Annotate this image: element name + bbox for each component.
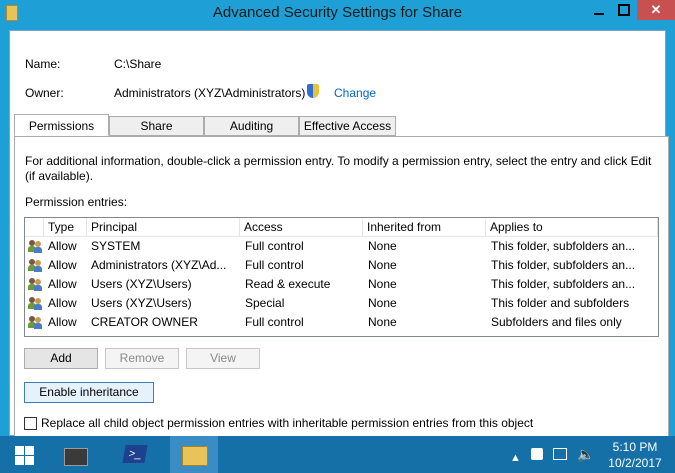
permission-entries-label: Permission entries: xyxy=(25,195,128,209)
cell-access: Full control xyxy=(245,239,304,253)
cell-inherited-from: None xyxy=(368,258,397,272)
change-owner-link[interactable]: Change xyxy=(334,86,376,100)
users-icon xyxy=(28,296,42,310)
cell-type: Allow xyxy=(48,239,77,253)
flag-icon[interactable] xyxy=(531,448,543,460)
table-row[interactable]: Allow Administrators (XYZ\Ad... Full con… xyxy=(25,256,658,275)
powershell-icon: >_ xyxy=(122,445,148,463)
volume-icon[interactable]: 🔈 xyxy=(577,446,594,463)
server-manager-icon xyxy=(64,448,88,466)
cell-applies-to: This folder, subfolders an... xyxy=(491,239,636,253)
cell-principal: Users (XYZ\Users) xyxy=(91,277,192,291)
windows-logo-icon xyxy=(15,446,24,455)
tab-effective-access[interactable]: Effective Access xyxy=(299,116,396,136)
cell-applies-to: Subfolders and files only xyxy=(491,315,622,329)
cell-inherited-from: None xyxy=(368,296,397,310)
column-header-icon xyxy=(25,218,44,237)
cell-inherited-from: None xyxy=(368,315,397,329)
cell-applies-to: This folder, subfolders an... xyxy=(491,258,636,272)
users-icon xyxy=(28,315,42,329)
cell-principal: Users (XYZ\Users) xyxy=(91,296,192,310)
cell-type: Allow xyxy=(48,277,77,291)
instructions-line-1: For additional information, double-click… xyxy=(25,154,652,168)
name-value: C:\Share xyxy=(114,57,162,71)
tab-share[interactable]: Share xyxy=(109,116,204,136)
taskbar-server-manager[interactable] xyxy=(51,436,99,473)
column-header-inherited-from[interactable]: Inherited from xyxy=(363,218,486,237)
users-icon xyxy=(28,239,42,253)
cell-access: Read & execute xyxy=(245,277,331,291)
owner-value: Administrators (XYZ\Administrators) xyxy=(114,86,306,100)
close-button[interactable]: ✕ xyxy=(637,0,675,20)
column-header-principal[interactable]: Principal xyxy=(87,218,240,237)
replace-child-permissions-checkbox[interactable] xyxy=(24,417,37,430)
cell-principal: SYSTEM xyxy=(91,239,141,253)
column-header-type[interactable]: Type xyxy=(44,218,87,237)
tab-auditing[interactable]: Auditing xyxy=(204,116,299,136)
users-icon xyxy=(28,277,42,291)
cell-access: Special xyxy=(245,296,285,310)
add-button[interactable]: Add xyxy=(24,348,98,369)
taskbar: >_ ▲ 🔈 5:10 PM 10/2/2017 xyxy=(0,436,675,473)
cell-type: Allow xyxy=(48,315,77,329)
cell-access: Full control xyxy=(245,258,304,272)
table-row[interactable]: Allow CREATOR OWNER Full control None Su… xyxy=(25,313,658,332)
window-title: Advanced Security Settings for Share xyxy=(212,4,463,21)
users-icon xyxy=(28,258,42,272)
table-row[interactable]: Allow SYSTEM Full control None This fold… xyxy=(25,237,658,256)
name-label: Name: xyxy=(25,57,61,71)
column-header-applies-to[interactable]: Applies to xyxy=(486,218,658,237)
cell-inherited-from: None xyxy=(368,239,397,253)
maximize-icon xyxy=(618,4,630,16)
cell-principal: CREATOR OWNER xyxy=(91,315,198,329)
cell-type: Allow xyxy=(48,258,77,272)
remove-button[interactable]: Remove xyxy=(105,348,179,369)
start-button[interactable] xyxy=(0,436,48,473)
cell-applies-to: This folder and subfolders xyxy=(491,296,630,310)
replace-child-permissions-label: Replace all child object permission entr… xyxy=(41,416,534,430)
column-header-access[interactable]: Access xyxy=(240,218,363,237)
maximize-button[interactable] xyxy=(611,0,637,20)
instructions-line-2: (if available). xyxy=(25,169,94,183)
file-explorer-icon xyxy=(182,446,208,466)
enable-inheritance-button[interactable]: Enable inheritance xyxy=(24,382,154,403)
clock-date[interactable]: 10/2/2017 xyxy=(605,456,665,470)
network-icon[interactable] xyxy=(553,448,567,460)
permission-entries-list[interactable]: Type Principal Access Inherited from App… xyxy=(24,217,659,337)
title-bar[interactable]: Advanced Security Settings for Share ✕ xyxy=(0,0,675,30)
cell-type: Allow xyxy=(48,296,77,310)
clock-time[interactable]: 5:10 PM xyxy=(605,440,665,454)
cell-inherited-from: None xyxy=(368,277,397,291)
uac-shield-icon xyxy=(307,84,319,98)
cell-access: Full control xyxy=(245,315,304,329)
cell-applies-to: This folder, subfolders an... xyxy=(491,277,636,291)
table-row[interactable]: Allow Users (XYZ\Users) Special None Thi… xyxy=(25,294,658,313)
minimize-icon xyxy=(594,13,604,15)
show-hidden-icons-icon[interactable]: ▲ xyxy=(510,452,521,464)
owner-label: Owner: xyxy=(25,86,64,100)
close-icon: ✕ xyxy=(650,2,662,17)
tab-permissions[interactable]: Permissions xyxy=(14,114,109,136)
taskbar-powershell[interactable]: >_ xyxy=(111,436,159,473)
view-button[interactable]: View xyxy=(186,348,260,369)
table-row[interactable]: Allow Users (XYZ\Users) Read & execute N… xyxy=(25,275,658,294)
cell-principal: Administrators (XYZ\Ad... xyxy=(91,258,227,272)
minimize-button[interactable] xyxy=(586,0,612,20)
taskbar-file-explorer[interactable] xyxy=(170,436,218,473)
